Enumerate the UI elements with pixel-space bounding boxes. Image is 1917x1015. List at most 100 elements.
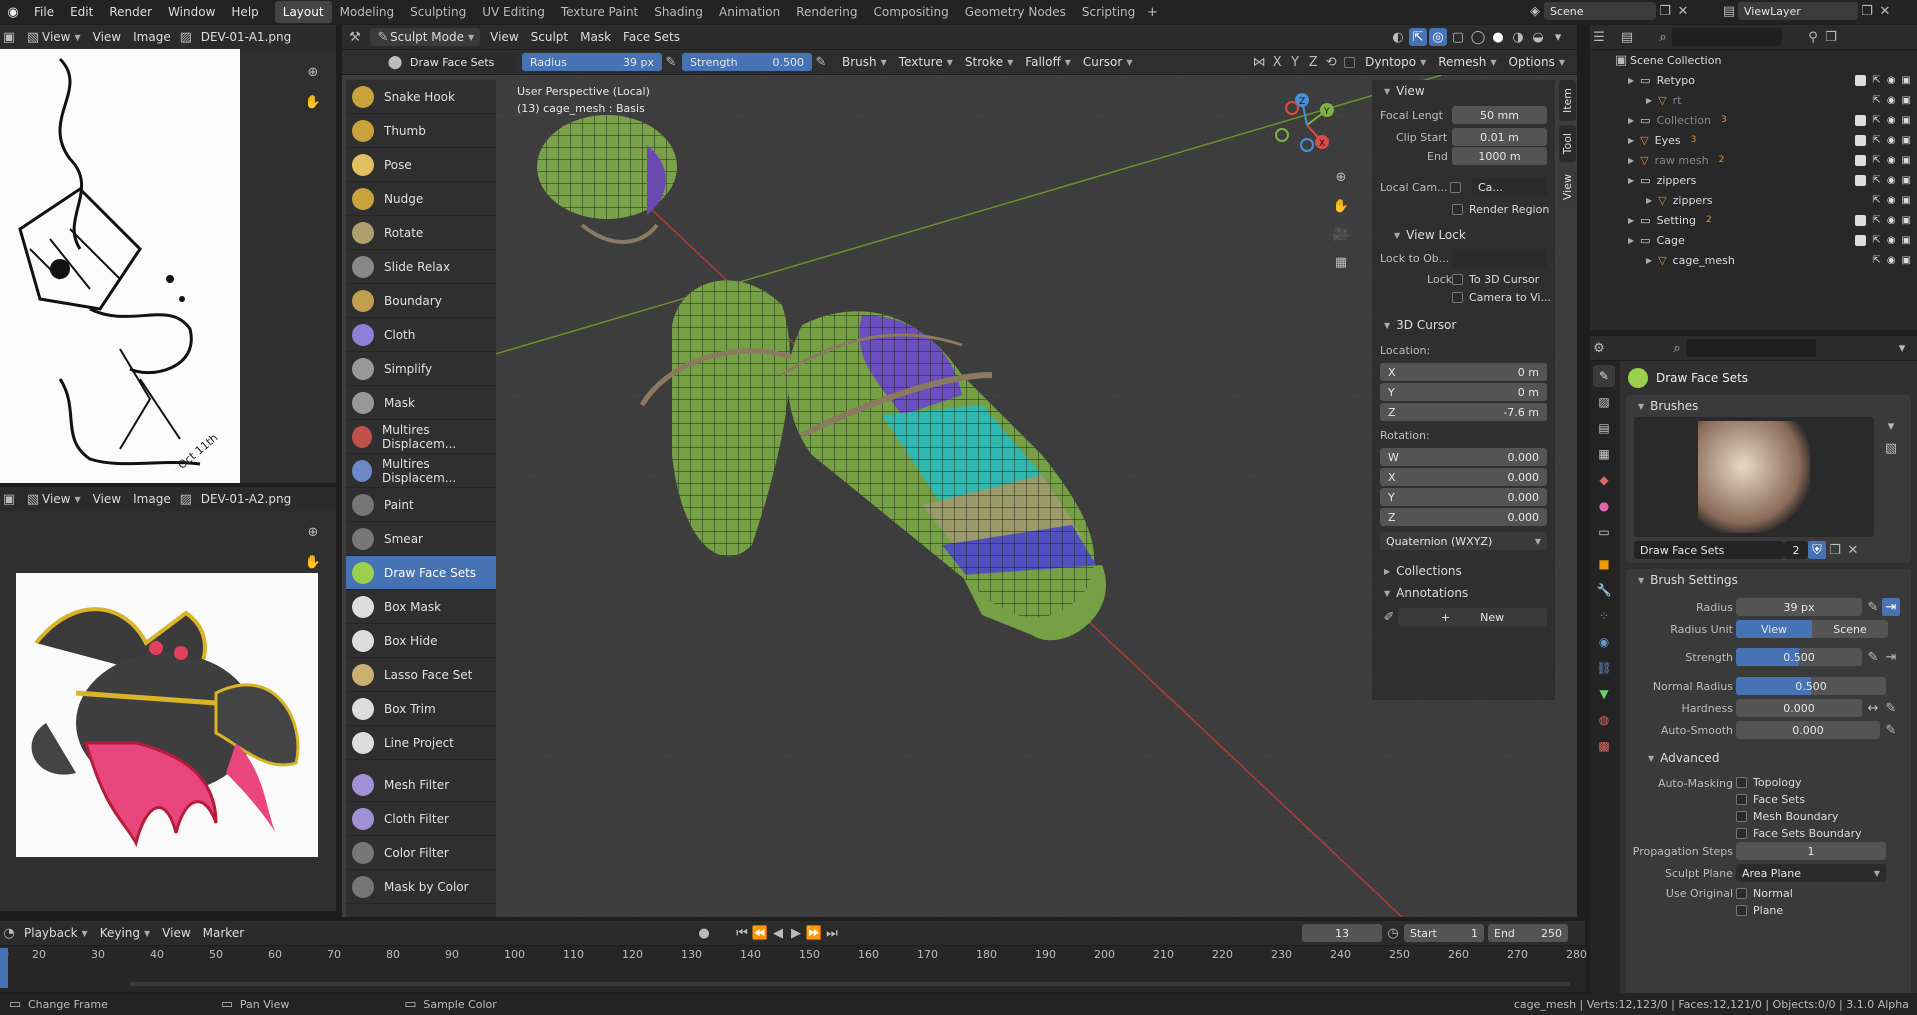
- ortho-toggle-icon[interactable]: ▦: [1332, 253, 1350, 271]
- view-lock-section-header[interactable]: ▼ View Lock: [1372, 224, 1555, 246]
- use-original-plane-checkbox[interactable]: [1736, 905, 1747, 916]
- search-icon[interactable]: ⌕: [1668, 339, 1686, 357]
- rot-w-field[interactable]: W 0.000: [1380, 448, 1547, 466]
- annotations-section-header[interactable]: ▼ Annotations: [1372, 582, 1555, 604]
- workspace-tab-rendering[interactable]: Rendering: [788, 1, 865, 23]
- jump-start-icon[interactable]: ⏮: [733, 924, 751, 942]
- overlay-toggle-icon[interactable]: ◎: [1429, 28, 1447, 46]
- zoom-icon[interactable]: ⊕: [304, 63, 322, 81]
- workspace-tab-modeling[interactable]: Modeling: [332, 1, 403, 23]
- current-frame-field[interactable]: 13: [1302, 924, 1382, 942]
- camera-render-icon[interactable]: ▣: [1902, 155, 1911, 166]
- sculpt-plane-dropdown[interactable]: Area Plane ▼: [1736, 864, 1886, 882]
- menu-file[interactable]: File: [26, 0, 62, 24]
- select-arrow-icon[interactable]: ⇱: [1872, 115, 1880, 126]
- outliner-item-retypo[interactable]: ▶ ▭ Retypo ⇱ ◉ ▣: [1590, 70, 1917, 90]
- scene-collection-row[interactable]: ▣ Scene Collection: [1590, 50, 1917, 70]
- material-shading-icon[interactable]: ◑: [1509, 28, 1527, 46]
- viewport-menu-view[interactable]: View: [484, 27, 524, 47]
- clip-start-field[interactable]: 0.01 m: [1452, 128, 1547, 146]
- radius-unit-scene-button[interactable]: Scene: [1812, 620, 1888, 638]
- new-collection-icon[interactable]: ❐: [1822, 28, 1840, 46]
- include-checkbox[interactable]: [1855, 234, 1867, 246]
- view-mode-dropdown[interactable]: ▧ View ▼: [18, 27, 87, 47]
- viewport-menu-mask[interactable]: Mask: [574, 27, 617, 47]
- duplicate-brush-icon[interactable]: ❐: [1826, 541, 1844, 559]
- timeline-menu-marker[interactable]: Marker: [197, 923, 250, 943]
- rot-y-field[interactable]: Y 0.000: [1380, 488, 1547, 506]
- play-icon[interactable]: ▶: [787, 924, 805, 942]
- image-menu[interactable]: Image: [127, 27, 177, 47]
- fake-user-shield-icon[interactable]: ⛨: [1808, 541, 1826, 559]
- expand-arrow-icon[interactable]: ▶: [1628, 76, 1634, 85]
- image-editor-top[interactable]: Oct 11th ⊕ ✋: [0, 49, 336, 483]
- camera-render-icon[interactable]: ▣: [1902, 175, 1911, 186]
- select-arrow-icon[interactable]: ⇱: [1872, 135, 1880, 146]
- brush-settings-section-header[interactable]: ▼ Brush Settings: [1626, 569, 1911, 591]
- workspace-tab-animation[interactable]: Animation: [711, 1, 788, 23]
- symmetry-axis-x[interactable]: X: [1268, 53, 1286, 71]
- timeline-menu-keying[interactable]: Keying ▼: [94, 923, 156, 943]
- collections-section-header[interactable]: ▶ Collections: [1372, 560, 1555, 582]
- render-tab-icon[interactable]: ▨: [1593, 391, 1615, 413]
- select-arrow-icon[interactable]: ⇱: [1872, 255, 1880, 266]
- start-frame-field[interactable]: Start 1: [1404, 924, 1484, 942]
- eye-icon[interactable]: ◉: [1887, 115, 1896, 126]
- auto-masking-mesh-boundary-checkbox[interactable]: [1736, 811, 1747, 822]
- tool-rotate[interactable]: Rotate: [346, 216, 496, 250]
- camera-render-icon[interactable]: ▣: [1902, 255, 1911, 266]
- image-browse-icon[interactable]: ▨: [177, 490, 195, 508]
- tool-nudge[interactable]: Nudge: [346, 182, 496, 216]
- image-name[interactable]: DEV-01-A1.png: [195, 27, 298, 47]
- include-checkbox[interactable]: [1855, 74, 1867, 86]
- workspace-tab-sculpting[interactable]: Sculpting: [402, 1, 474, 23]
- timeline-scrollbar[interactable]: [130, 982, 1570, 986]
- brush-icon[interactable]: ⬤: [386, 53, 404, 71]
- workspace-tab-scripting[interactable]: Scripting: [1074, 1, 1143, 23]
- rot-z-field[interactable]: Z 0.000: [1380, 508, 1547, 526]
- clip-end-field[interactable]: 1000 m: [1452, 147, 1547, 165]
- camera-render-icon[interactable]: ▣: [1902, 135, 1911, 146]
- menu-edit[interactable]: Edit: [62, 0, 101, 24]
- eye-icon[interactable]: ◉: [1887, 95, 1896, 106]
- symmetry-axis-y[interactable]: Y: [1286, 53, 1304, 71]
- unlink-brush-icon[interactable]: ✕: [1844, 541, 1862, 559]
- annotation-icon[interactable]: ✐: [1380, 608, 1398, 626]
- strength-slider[interactable]: 0.500: [1736, 648, 1862, 666]
- radius-field[interactable]: Radius 39 px: [522, 53, 662, 71]
- world-tab-icon[interactable]: ●: [1593, 495, 1615, 517]
- camera-render-icon[interactable]: ▣: [1902, 195, 1911, 206]
- 3d-cursor-section-header[interactable]: ▼ 3D Cursor: [1372, 314, 1555, 336]
- expand-arrow-icon[interactable]: ▶: [1628, 116, 1634, 125]
- solid-shading-icon[interactable]: ●: [1489, 28, 1507, 46]
- outliner-item-eyes[interactable]: ▶ ▽ Eyes 3 ⇱ ◉ ▣: [1590, 130, 1917, 150]
- tool-box-hide[interactable]: Box Hide: [346, 624, 496, 658]
- options-dropdown[interactable]: Options ▼: [1503, 52, 1571, 72]
- outliner-item-raw-mesh[interactable]: ▶ ▽ raw mesh 2 ⇱ ◉ ▣: [1590, 150, 1917, 170]
- timeline-editor-icon[interactable]: ◔: [0, 924, 18, 942]
- expand-arrow-icon[interactable]: ▶: [1628, 236, 1634, 245]
- remove-scene-icon[interactable]: ✕: [1674, 2, 1692, 20]
- brush-image-icon[interactable]: ▧: [1882, 439, 1900, 457]
- tool-paint[interactable]: Paint: [346, 488, 496, 522]
- clock-icon[interactable]: ◷: [1384, 924, 1402, 942]
- include-checkbox[interactable]: [1855, 114, 1867, 126]
- outliner-item-cage[interactable]: ▶ ▭ Cage ⇱ ◉ ▣: [1590, 230, 1917, 250]
- tool-slide-relax[interactable]: Slide Relax: [346, 250, 496, 284]
- display-mode-icon[interactable]: ▤: [1618, 28, 1636, 46]
- properties-search-input[interactable]: [1686, 339, 1816, 357]
- npanel-tab-view[interactable]: View: [1559, 166, 1576, 209]
- loc-y-field[interactable]: Y 0 m: [1380, 383, 1547, 401]
- expand-arrow-icon[interactable]: ▶: [1646, 256, 1652, 265]
- tool-snake-hook[interactable]: Snake Hook: [346, 80, 496, 114]
- prev-keyframe-icon[interactable]: ⏪: [751, 924, 769, 942]
- local-camera-field[interactable]: Ca...: [1472, 178, 1547, 196]
- radius-unit-view-button[interactable]: View: [1736, 620, 1812, 638]
- remesh-dropdown[interactable]: Remesh ▼: [1432, 52, 1502, 72]
- properties-options-icon[interactable]: ▾: [1893, 339, 1911, 357]
- eye-icon[interactable]: ◉: [1887, 215, 1896, 226]
- radius-unit-toggle-icon[interactable]: ⇥: [1882, 598, 1900, 616]
- camera-render-icon[interactable]: ▣: [1902, 215, 1911, 226]
- object-tab-icon[interactable]: ■: [1593, 553, 1615, 575]
- properties-editor-icon[interactable]: ⚙: [1590, 339, 1608, 357]
